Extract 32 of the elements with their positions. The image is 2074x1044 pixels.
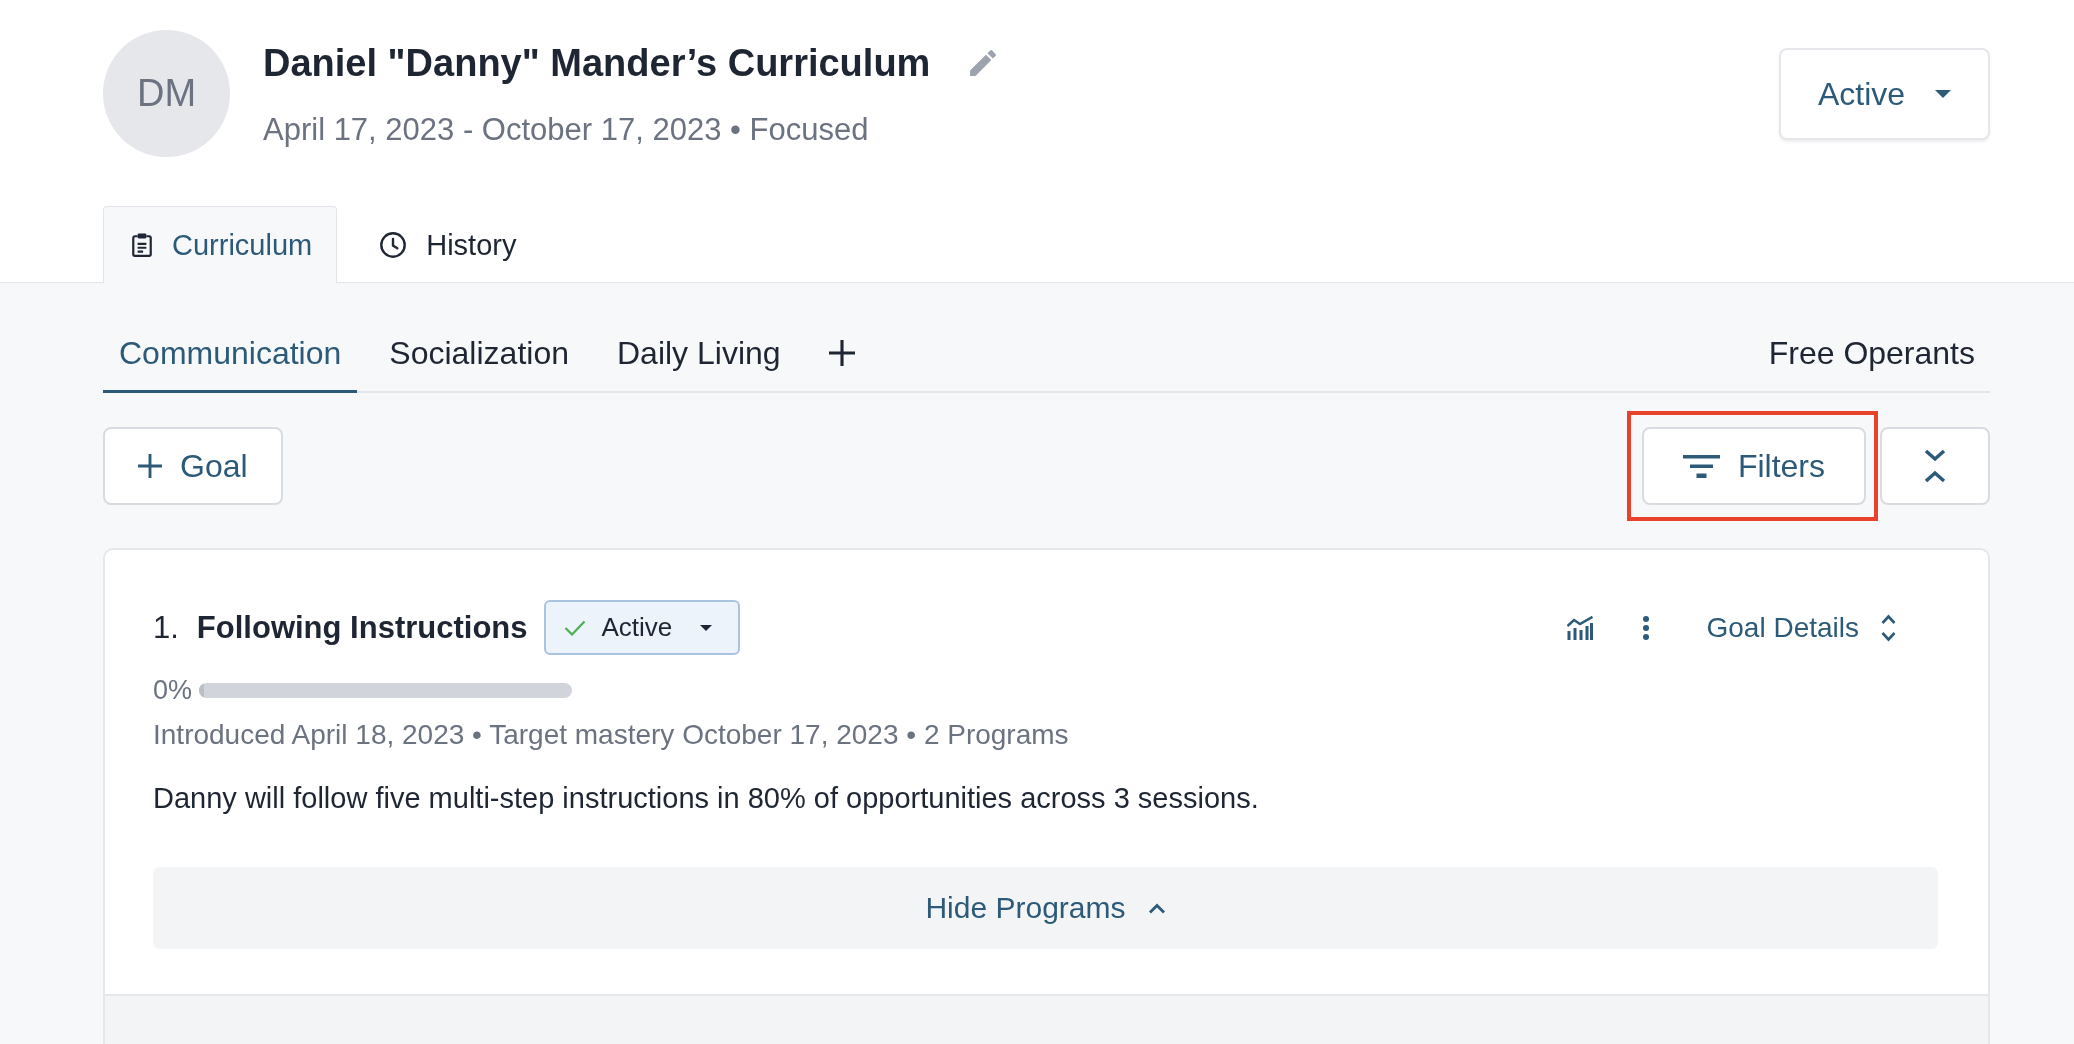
clock-icon — [380, 232, 407, 258]
filters-button[interactable]: Filters — [1641, 427, 1866, 505]
goal-status-dropdown[interactable]: Active — [543, 600, 741, 655]
goal-title: Following Instructions — [196, 609, 528, 646]
progress-percent: 0% — [153, 674, 193, 706]
chart-icon[interactable] — [1567, 615, 1594, 640]
page-title: Daniel "Danny" Mander’s Curriculum — [263, 41, 931, 86]
add-goal-button[interactable]: Goal — [103, 427, 283, 505]
more-options-icon[interactable] — [1642, 614, 1651, 641]
status-dropdown[interactable]: Active — [1779, 48, 1990, 140]
caret-icon — [700, 624, 713, 631]
domain-tab[interactable]: Socialization — [373, 315, 585, 393]
clipboard-icon — [132, 233, 152, 257]
domain-tab[interactable]: Daily Living — [600, 315, 797, 393]
check-icon — [563, 619, 586, 636]
free-operants-tab[interactable]: Free Operants — [1752, 315, 1990, 393]
expand-icon — [1881, 613, 1896, 642]
goal-number: 1. — [153, 609, 179, 646]
plus-icon — [828, 340, 855, 366]
filter-icon — [1682, 454, 1720, 478]
goal-meta-text: Introduced April 18, 2023 • Target mastery October 17, 2023 • 2 Programs — [153, 718, 1070, 752]
collapse-icon — [1924, 449, 1946, 483]
avatar: DM — [103, 30, 230, 157]
caret-icon — [1935, 90, 1952, 98]
tab[interactable]: Curriculum — [103, 206, 338, 283]
programs-toggle-button[interactable]: Hide Programs — [153, 867, 1938, 949]
goal-description: Danny will follow five multi-step instructions in 80% of opportunities across 3 sessions. — [153, 781, 1260, 815]
date-range-text: April 17, 2023 - October 17, 2023 • Focused — [263, 111, 870, 149]
goal-details-button[interactable]: Goal Details — [1706, 611, 1896, 644]
plus-icon — [138, 454, 162, 478]
tab[interactable]: History — [351, 206, 542, 283]
domain-tab[interactable]: Communication — [103, 315, 358, 393]
